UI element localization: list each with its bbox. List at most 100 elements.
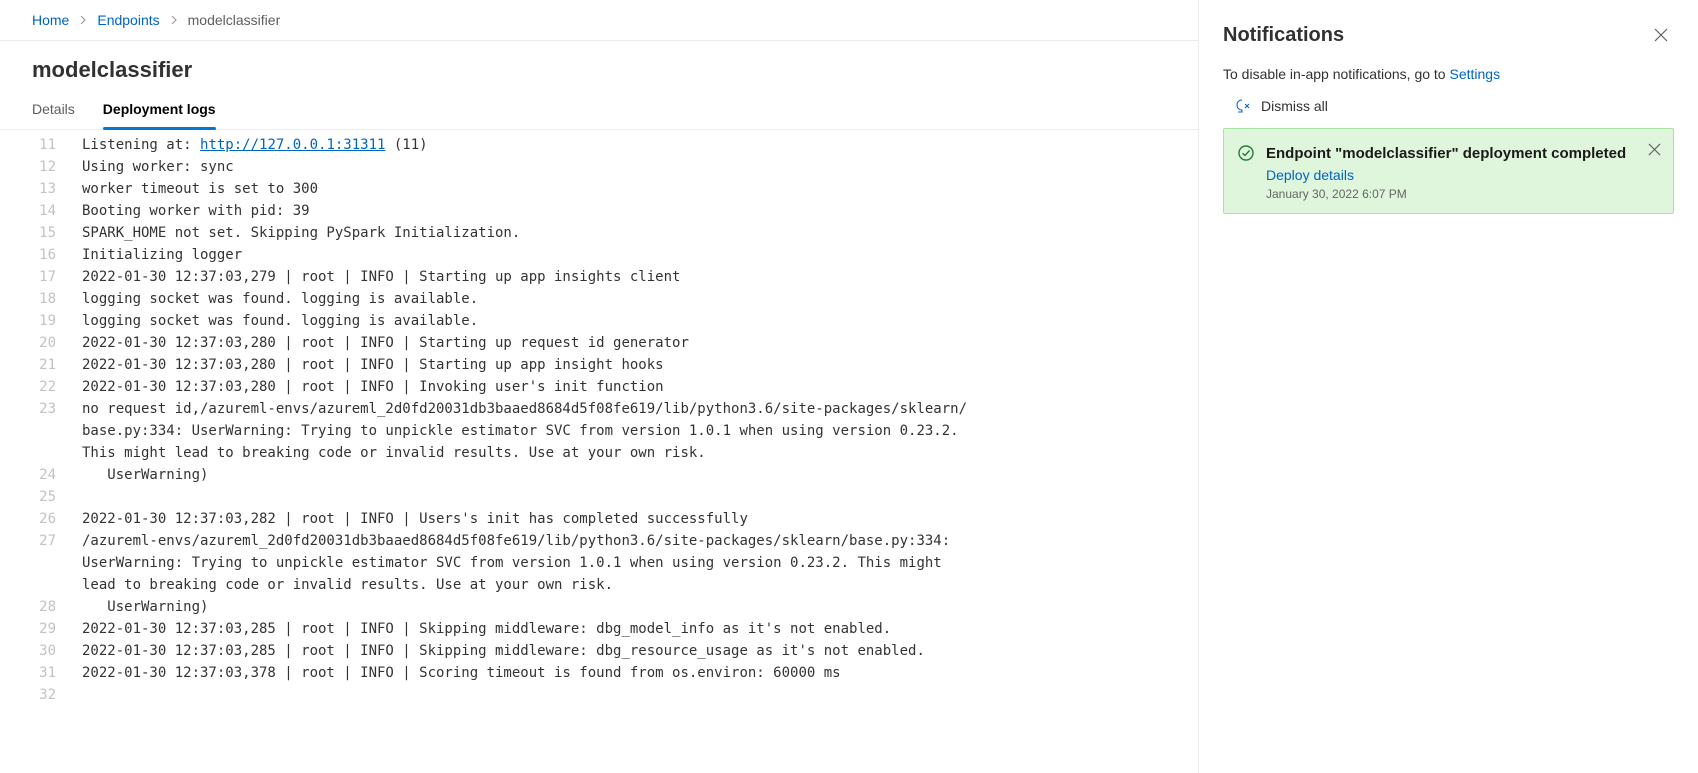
log-line: 302022-01-30 12:37:03,285 | root | INFO … — [0, 640, 1198, 662]
notification-title: Endpoint "modelclassifier" deployment co… — [1266, 143, 1659, 165]
line-number: 29 — [0, 618, 78, 640]
chevron-right-icon — [79, 16, 87, 24]
line-number: 24 — [0, 464, 78, 486]
line-number: 14 — [0, 200, 78, 222]
log-text: 2022-01-30 12:37:03,279 | root | INFO | … — [78, 266, 680, 288]
log-line: 14Booting worker with pid: 39 — [0, 200, 1198, 222]
log-line: 172022-01-30 12:37:03,279 | root | INFO … — [0, 266, 1198, 288]
log-text: SPARK_HOME not set. Skipping PySpark Ini… — [78, 222, 520, 244]
log-line: This might lead to breaking code or inva… — [0, 442, 1198, 464]
dismiss-icon — [1235, 98, 1251, 114]
log-line: 32 — [0, 684, 1198, 706]
line-number: 27 — [0, 530, 78, 552]
log-text: base.py:334: UserWarning: Trying to unpi… — [78, 420, 959, 442]
log-text: logging socket was found. logging is ava… — [78, 288, 478, 310]
log-text: 2022-01-30 12:37:03,280 | root | INFO | … — [78, 354, 664, 376]
line-number: 23 — [0, 398, 78, 420]
log-text: lead to breaking code or invalid results… — [78, 574, 613, 596]
log-text: Booting worker with pid: 39 — [78, 200, 310, 222]
log-text: 2022-01-30 12:37:03,280 | root | INFO | … — [78, 332, 689, 354]
log-line: 27/azureml-envs/azureml_2d0fd20031db3baa… — [0, 530, 1198, 552]
close-icon — [1648, 143, 1661, 156]
log-line: 292022-01-30 12:37:03,285 | root | INFO … — [0, 618, 1198, 640]
close-panel-button[interactable] — [1648, 22, 1674, 48]
log-text: 2022-01-30 12:37:03,285 | root | INFO | … — [78, 640, 925, 662]
log-line: 18logging socket was found. logging is a… — [0, 288, 1198, 310]
log-text: 2022-01-30 12:37:03,282 | root | INFO | … — [78, 508, 748, 530]
line-number: 30 — [0, 640, 78, 662]
log-text: Listening at: http://127.0.0.1:31311 (11… — [78, 134, 428, 156]
log-line: lead to breaking code or invalid results… — [0, 574, 1198, 596]
breadcrumb: Home Endpoints modelclassifier — [0, 0, 1198, 40]
line-number: 28 — [0, 596, 78, 618]
log-line: 262022-01-30 12:37:03,282 | root | INFO … — [0, 508, 1198, 530]
log-text: 2022-01-30 12:37:03,378 | root | INFO | … — [78, 662, 841, 684]
breadcrumb-endpoints[interactable]: Endpoints — [97, 12, 159, 28]
log-line: 24 UserWarning) — [0, 464, 1198, 486]
line-number: 21 — [0, 354, 78, 376]
log-viewer[interactable]: 11Listening at: http://127.0.0.1:31311 (… — [0, 130, 1198, 773]
log-line: 11Listening at: http://127.0.0.1:31311 (… — [0, 134, 1198, 156]
log-text: Using worker: sync — [78, 156, 234, 178]
log-text: /azureml-envs/azureml_2d0fd20031db3baaed… — [78, 530, 950, 552]
line-number: 12 — [0, 156, 78, 178]
log-line: 202022-01-30 12:37:03,280 | root | INFO … — [0, 332, 1198, 354]
line-number: 32 — [0, 684, 78, 706]
chevron-right-icon — [170, 16, 178, 24]
line-number: 22 — [0, 376, 78, 398]
log-line: 13worker timeout is set to 300 — [0, 178, 1198, 200]
log-text: This might lead to breaking code or inva… — [78, 442, 706, 464]
success-icon — [1238, 143, 1254, 201]
line-number: 16 — [0, 244, 78, 266]
notifications-heading: Notifications — [1223, 24, 1344, 47]
line-number: 20 — [0, 332, 78, 354]
log-text: worker timeout is set to 300 — [78, 178, 318, 200]
line-number: 25 — [0, 486, 78, 508]
line-number — [0, 420, 78, 442]
log-text: 2022-01-30 12:37:03,285 | root | INFO | … — [78, 618, 891, 640]
line-number: 15 — [0, 222, 78, 244]
dismiss-all-button[interactable]: Dismiss all — [1223, 92, 1674, 126]
line-number: 26 — [0, 508, 78, 530]
log-text: 2022-01-30 12:37:03,280 | root | INFO | … — [78, 376, 664, 398]
log-line: 19logging socket was found. logging is a… — [0, 310, 1198, 332]
log-text — [78, 486, 82, 508]
tab-details[interactable]: Details — [32, 91, 75, 129]
line-number: 17 — [0, 266, 78, 288]
log-text: UserWarning: Trying to unpickle estimato… — [78, 552, 942, 574]
log-line: 212022-01-30 12:37:03,280 | root | INFO … — [0, 354, 1198, 376]
tab-list: Details Deployment logs — [0, 91, 1198, 130]
notifications-subtext-label: To disable in-app notifications, go to — [1223, 66, 1449, 82]
dismiss-notification-button[interactable] — [1642, 137, 1667, 162]
settings-link[interactable]: Settings — [1449, 66, 1500, 82]
line-number: 13 — [0, 178, 78, 200]
log-line: 23no request id,/azureml-envs/azureml_2d… — [0, 398, 1198, 420]
log-line: 12Using worker: sync — [0, 156, 1198, 178]
log-line: 222022-01-30 12:37:03,280 | root | INFO … — [0, 376, 1198, 398]
line-number — [0, 574, 78, 596]
log-line: 312022-01-30 12:37:03,378 | root | INFO … — [0, 662, 1198, 684]
notifications-subtext: To disable in-app notifications, go to S… — [1223, 48, 1674, 92]
log-text: UserWarning) — [78, 596, 208, 618]
log-line: 28 UserWarning) — [0, 596, 1198, 618]
log-text: logging socket was found. logging is ava… — [78, 310, 478, 332]
log-text: UserWarning) — [78, 464, 208, 486]
breadcrumb-current: modelclassifier — [188, 12, 281, 28]
line-number: 18 — [0, 288, 78, 310]
notification-item: Endpoint "modelclassifier" deployment co… — [1223, 128, 1674, 214]
notifications-panel: Notifications To disable in-app notifica… — [1198, 0, 1698, 773]
close-icon — [1654, 28, 1668, 42]
dismiss-all-label: Dismiss all — [1261, 98, 1328, 114]
log-line: UserWarning: Trying to unpickle estimato… — [0, 552, 1198, 574]
tab-deployment-logs[interactable]: Deployment logs — [103, 91, 216, 129]
line-number — [0, 442, 78, 464]
page-title: modelclassifier — [0, 41, 1198, 91]
notification-link[interactable]: Deploy details — [1266, 165, 1659, 183]
line-number: 11 — [0, 134, 78, 156]
log-text — [78, 684, 82, 706]
log-line: 15SPARK_HOME not set. Skipping PySpark I… — [0, 222, 1198, 244]
log-line: 25 — [0, 486, 1198, 508]
line-number — [0, 552, 78, 574]
notification-time: January 30, 2022 6:07 PM — [1266, 183, 1659, 201]
breadcrumb-home[interactable]: Home — [32, 12, 69, 28]
